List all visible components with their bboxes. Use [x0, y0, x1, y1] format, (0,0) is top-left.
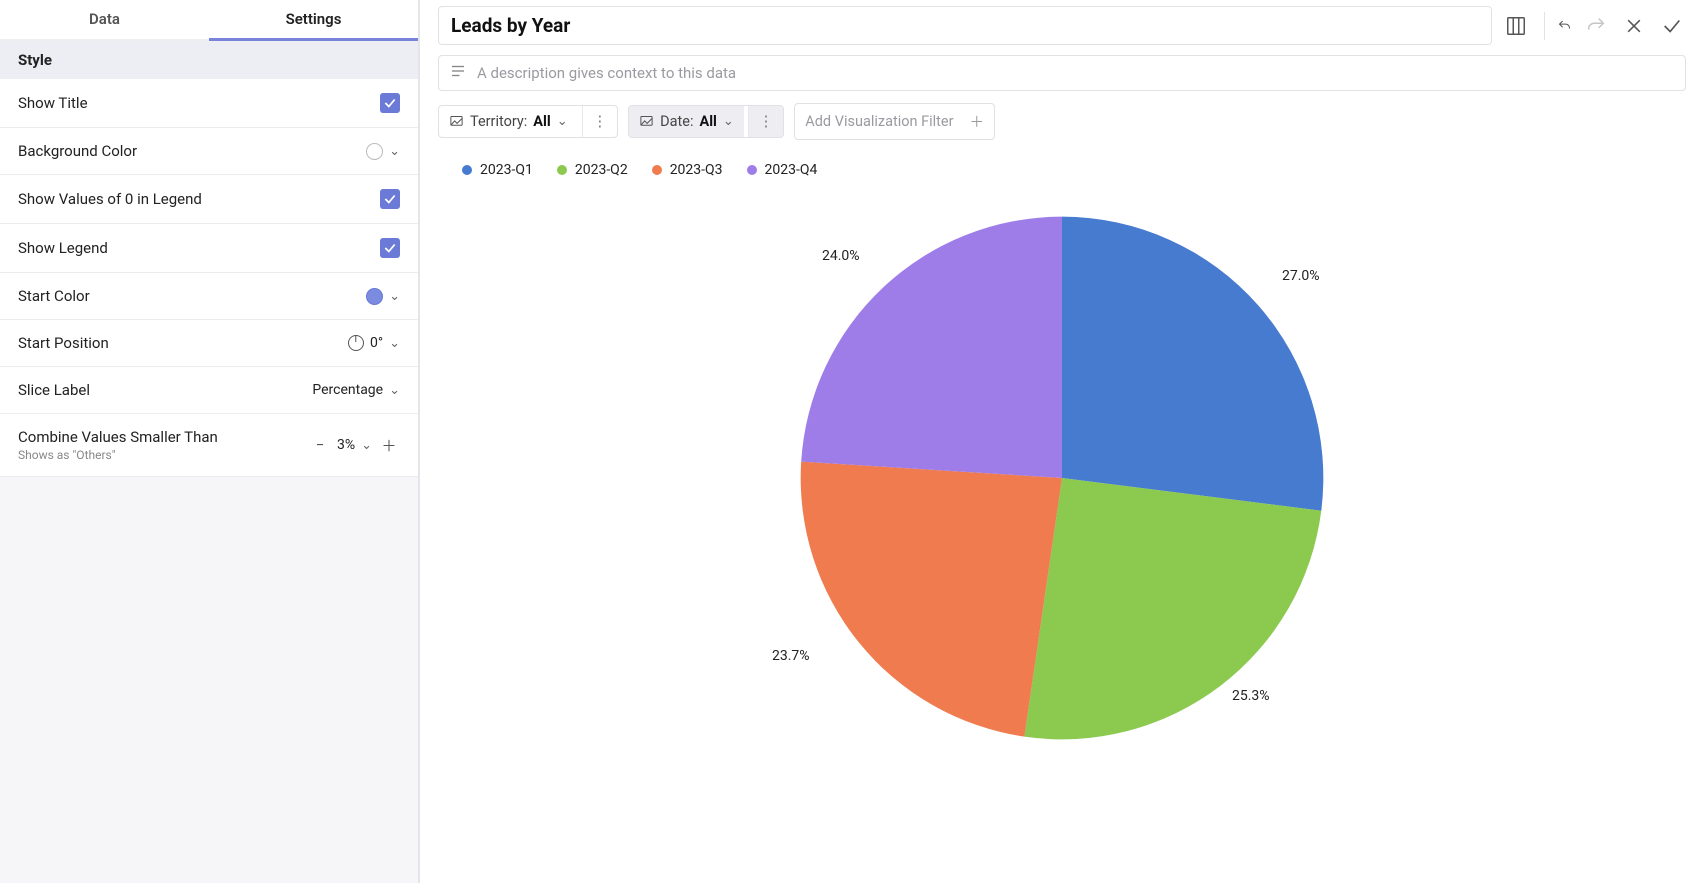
filter-date[interactable]: Date: All ⌄ ⋮: [628, 105, 784, 138]
legend-label: 2023-Q3: [670, 162, 723, 178]
funnel-chart-icon: [449, 114, 464, 129]
filter-territory-menu[interactable]: ⋮: [582, 106, 618, 137]
confirm-icon[interactable]: [1658, 12, 1686, 40]
pie-slice[interactable]: [1024, 478, 1321, 739]
row-background-color: Background Color ⌄: [0, 128, 418, 175]
pie-chart: [782, 198, 1342, 758]
clock-icon: [348, 335, 364, 351]
title-bar: [438, 6, 1686, 45]
start-color-label: Start Color: [18, 287, 90, 305]
background-color-swatch[interactable]: [366, 143, 383, 160]
section-style-header: Style: [0, 41, 418, 79]
legend-item-q2[interactable]: 2023-Q2: [557, 162, 628, 178]
background-color-label: Background Color: [18, 142, 137, 160]
chevron-down-icon: ⌄: [723, 114, 734, 129]
row-start-color: Start Color ⌄: [0, 273, 418, 320]
undo-icon[interactable]: [1544, 12, 1572, 40]
legend-dot-icon: [557, 165, 567, 175]
filter-date-value: All: [699, 113, 716, 130]
chart-title-input[interactable]: [438, 6, 1492, 45]
combine-sublabel: Shows as "Others": [18, 448, 218, 462]
slice-label-label: Slice Label: [18, 381, 90, 399]
slice-label-q1: 27.0%: [1282, 268, 1320, 284]
pie-slice[interactable]: [1062, 217, 1323, 511]
settings-sidebar: Data Settings Style Show Title Backgroun…: [0, 0, 420, 883]
show-title-checkbox[interactable]: [380, 93, 400, 113]
row-start-position: Start Position 0° ⌄: [0, 320, 418, 367]
row-show-legend: Show Legend: [0, 224, 418, 273]
filter-territory-value: All: [533, 113, 550, 130]
legend-dot-icon: [462, 165, 472, 175]
row-slice-label: Slice Label Percentage ⌄: [0, 367, 418, 414]
start-position-label: Start Position: [18, 334, 109, 352]
legend-dot-icon: [747, 165, 757, 175]
slice-label-q3: 23.7%: [772, 648, 810, 664]
slice-label-q4: 24.0%: [822, 248, 860, 264]
main-panel: A description gives context to this data…: [420, 0, 1700, 883]
show-zero-label: Show Values of 0 in Legend: [18, 190, 202, 208]
sidebar-tabs: Data Settings: [0, 0, 418, 41]
legend-item-q3[interactable]: 2023-Q3: [652, 162, 723, 178]
legend-item-q4[interactable]: 2023-Q4: [747, 162, 818, 178]
row-show-zero: Show Values of 0 in Legend: [0, 175, 418, 224]
chevron-down-icon[interactable]: ⌄: [361, 438, 372, 453]
funnel-chart-icon: [639, 114, 654, 129]
legend-label: 2023-Q4: [765, 162, 818, 178]
filter-territory-label: Territory:: [470, 113, 527, 130]
start-color-swatch[interactable]: [366, 288, 383, 305]
filter-bar: Territory: All ⌄ ⋮ Date: All ⌄ ⋮ Add Vis…: [438, 103, 1686, 140]
legend-label: 2023-Q1: [480, 162, 533, 178]
minus-icon[interactable]: −: [309, 436, 331, 454]
filter-date-label: Date:: [660, 113, 693, 130]
chevron-down-icon[interactable]: ⌄: [389, 336, 400, 351]
show-legend-label: Show Legend: [18, 239, 108, 257]
description-icon: [449, 62, 467, 84]
show-zero-checkbox[interactable]: [380, 189, 400, 209]
close-icon[interactable]: [1620, 12, 1648, 40]
show-title-label: Show Title: [18, 94, 88, 112]
row-combine-values: Combine Values Smaller Than Shows as "Ot…: [0, 414, 418, 477]
filter-territory[interactable]: Territory: All ⌄ ⋮: [438, 105, 618, 138]
description-placeholder: A description gives context to this data: [477, 64, 736, 82]
filter-date-menu[interactable]: ⋮: [748, 106, 784, 137]
slice-label-value: Percentage: [312, 382, 383, 398]
legend-label: 2023-Q2: [575, 162, 628, 178]
chevron-down-icon[interactable]: ⌄: [389, 289, 400, 304]
plus-icon[interactable]: ＋: [378, 435, 400, 456]
tab-settings[interactable]: Settings: [209, 0, 418, 41]
combine-value: 3%: [337, 437, 355, 453]
plus-icon: ＋: [970, 111, 985, 132]
row-show-title: Show Title: [0, 79, 418, 128]
legend-item-q1[interactable]: 2023-Q1: [462, 162, 533, 178]
pie-slice[interactable]: [801, 462, 1062, 737]
chevron-down-icon[interactable]: ⌄: [389, 383, 400, 398]
tab-data[interactable]: Data: [0, 0, 209, 41]
chart-legend: 2023-Q1 2023-Q2 2023-Q3 2023-Q4: [438, 140, 1686, 188]
chevron-down-icon[interactable]: ⌄: [389, 144, 400, 159]
legend-dot-icon: [652, 165, 662, 175]
start-position-value: 0°: [370, 335, 383, 351]
chart-area: 27.0% 25.3% 23.7% 24.0%: [438, 188, 1686, 883]
add-filter-label: Add Visualization Filter: [805, 113, 953, 130]
redo-icon[interactable]: [1582, 12, 1610, 40]
chevron-down-icon: ⌄: [557, 114, 568, 129]
show-legend-checkbox[interactable]: [380, 238, 400, 258]
table-view-icon[interactable]: [1502, 12, 1530, 40]
slice-label-q2: 25.3%: [1232, 688, 1270, 704]
combine-label: Combine Values Smaller Than: [18, 428, 218, 446]
description-bar[interactable]: A description gives context to this data: [438, 55, 1686, 91]
add-filter-button[interactable]: Add Visualization Filter ＋: [794, 103, 995, 140]
